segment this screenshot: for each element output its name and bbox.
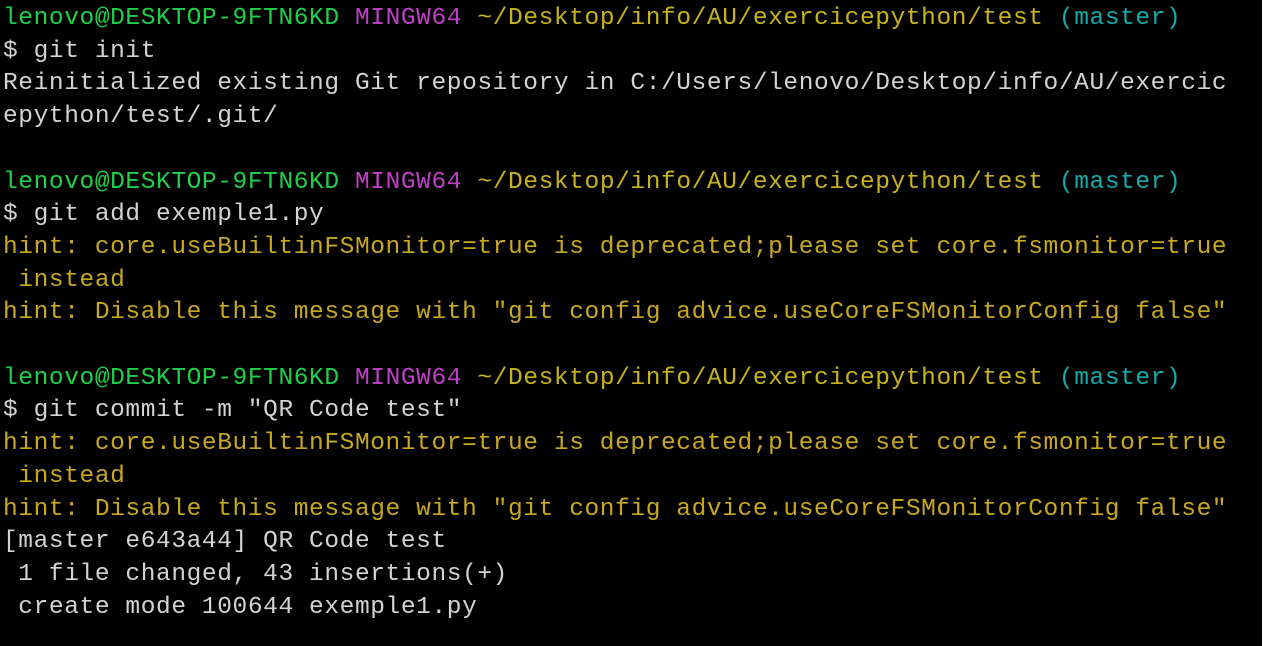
prompt-path: ~/Desktop/info/AU/exercicepython/test [477, 5, 1044, 32]
prompt-spacer [462, 365, 477, 392]
prompt-msystem: MINGW64 [354, 168, 463, 196]
prompt-spacer [462, 169, 477, 196]
command-text: $ git commit -m "QR Code test" [3, 397, 463, 425]
prompt-msystem: MINGW64 [354, 5, 463, 32]
output-text: [master e643a44] QR Code test [3, 528, 447, 556]
output-text: Reinitialized existing Git repository in… [3, 70, 1228, 98]
output-text: create mode 100644 exemple1.py [3, 593, 478, 621]
terminal-line: $ git add exemple1.py [3, 199, 324, 231]
prompt-user-host: lenovo@DESKTOP-9FTN6KD [3, 5, 340, 32]
prompt-spacer [1044, 365, 1059, 392]
command-text: $ git add exemple1.py [3, 201, 325, 229]
prompt-spacer [340, 365, 355, 392]
prompt-spacer [340, 5, 355, 32]
prompt-user-host: lenovo@DESKTOP-9FTN6KD [3, 364, 340, 392]
prompt-branch: (master) [1058, 364, 1182, 392]
terminal-line: lenovo@DESKTOP-9FTN6KD MINGW64 ~/Desktop… [3, 3, 1181, 35]
terminal-line: $ git commit -m "QR Code test" [3, 395, 462, 427]
hint-text: hint: Disable this message with "git con… [3, 495, 1228, 523]
terminal-line: 1 file changed, 43 insertions(+) [3, 559, 508, 591]
terminal-window[interactable]: lenovo@DESKTOP-9FTN6KD MINGW64 ~/Desktop… [0, 0, 1266, 646]
hint-text: hint: core.useBuiltinFSMonitor=true is d… [3, 233, 1228, 261]
terminal-line: instead [3, 461, 125, 493]
terminal-line: instead [3, 265, 125, 297]
prompt-path: ~/Desktop/info/AU/exercicepython/test [477, 168, 1044, 196]
output-text: epython/test/.git/ [3, 103, 279, 131]
prompt-spacer [462, 5, 477, 32]
terminal-line: hint: Disable this message with "git con… [3, 297, 1227, 329]
prompt-branch: (master) [1058, 168, 1182, 196]
prompt-spacer [1044, 5, 1059, 32]
terminal-line: hint: Disable this message with "git con… [3, 494, 1227, 526]
prompt-path: ~/Desktop/info/AU/exercicepython/test [477, 364, 1044, 392]
prompt-spacer [340, 169, 355, 196]
prompt-branch: (master) [1058, 5, 1182, 32]
terminal-line: epython/test/.git/ [3, 101, 278, 133]
prompt-user-host: lenovo@DESKTOP-9FTN6KD [3, 168, 340, 196]
prompt-spacer [1044, 169, 1059, 196]
terminal-line: [master e643a44] QR Code test [3, 526, 447, 558]
terminal-line: hint: core.useBuiltinFSMonitor=true is d… [3, 232, 1227, 264]
terminal-line: hint: core.useBuiltinFSMonitor=true is d… [3, 428, 1227, 460]
terminal-line: create mode 100644 exemple1.py [3, 592, 477, 624]
hint-text: hint: Disable this message with "git con… [3, 299, 1228, 327]
output-text: 1 file changed, 43 insertions(+) [3, 560, 508, 588]
terminal-line: Reinitialized existing Git repository in… [3, 68, 1227, 100]
terminal-line: $ git init [3, 36, 156, 68]
command-text: $ git init [3, 37, 157, 65]
terminal-line: lenovo@DESKTOP-9FTN6KD MINGW64 ~/Desktop… [3, 363, 1181, 395]
hint-text: instead [3, 266, 126, 294]
hint-text: instead [3, 462, 126, 490]
prompt-msystem: MINGW64 [354, 364, 463, 392]
hint-text: hint: core.useBuiltinFSMonitor=true is d… [3, 430, 1228, 458]
terminal-line: lenovo@DESKTOP-9FTN6KD MINGW64 ~/Desktop… [3, 167, 1181, 199]
